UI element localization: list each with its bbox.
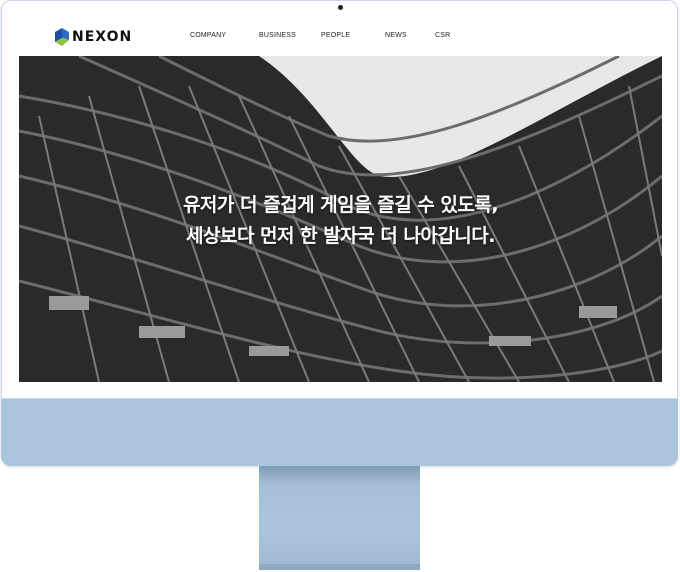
hero-banner: 유저가 더 즐겁게 게임을 즐길 수 있도록, 세상보다 먼저 한 발자국 더 … [19, 56, 662, 382]
hero-headline: 유저가 더 즐겁게 게임을 즐길 수 있도록, 세상보다 먼저 한 발자국 더 … [19, 190, 662, 252]
hero-headline-line-1: 유저가 더 즐겁게 게임을 즐길 수 있도록, [182, 194, 499, 216]
nav-item-people[interactable]: PEOPLE [321, 32, 350, 39]
nexon-cube-icon [55, 28, 69, 46]
camera-icon [338, 5, 343, 10]
nav-item-news[interactable]: NEWS [385, 32, 407, 39]
brand-name: NEXON [72, 29, 133, 45]
nav-item-business[interactable]: BUSINESS [259, 32, 296, 39]
monitor-chin [1, 398, 678, 466]
nexon-logo[interactable]: NEXON [55, 28, 132, 46]
monitor-stand [259, 466, 420, 570]
hero-headline-line-2: 세상보다 먼저 한 발자국 더 나아갑니다. [186, 225, 495, 247]
nav-item-company[interactable]: COMPANY [190, 32, 226, 39]
imac-monitor: NEXON COMPANY BUSINESS PEOPLE NEWS CSR 유… [1, 0, 678, 466]
website-screen: NEXON COMPANY BUSINESS PEOPLE NEWS CSR 유… [19, 18, 662, 382]
nav-item-csr[interactable]: CSR [435, 32, 450, 39]
monitor-stand-base [259, 564, 420, 570]
site-header: NEXON COMPANY BUSINESS PEOPLE NEWS CSR [19, 18, 662, 56]
